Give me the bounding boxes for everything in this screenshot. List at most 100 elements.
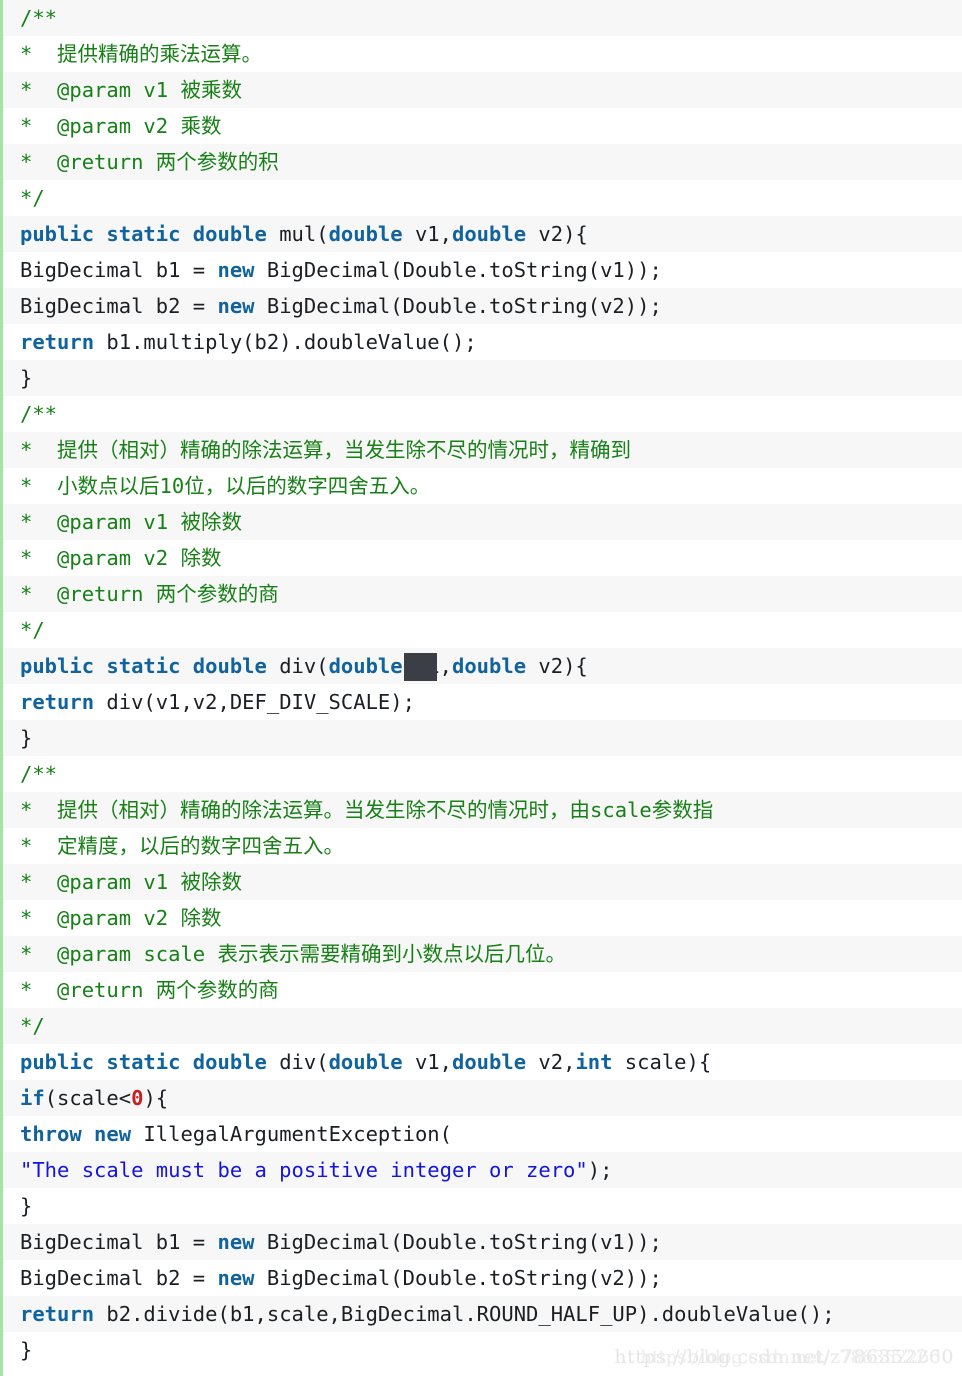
code-line[interactable]: * @param v2 除数	[0, 540, 962, 576]
code-token-str: "The scale must be a positive integer or…	[20, 1158, 588, 1182]
code-token-comment: */	[20, 1014, 45, 1038]
code-token-kw: double	[328, 222, 403, 246]
code-token-kw: public static double	[20, 1050, 280, 1074]
code-line[interactable]: }	[0, 720, 962, 756]
code-line[interactable]: * @return 两个参数的积	[0, 144, 962, 180]
code-token-plain: }	[20, 1338, 33, 1362]
code-token-kw: throw new	[20, 1122, 132, 1146]
code-token-plain: }	[20, 1194, 33, 1218]
code-line[interactable]: BigDecimal b1 = new BigDecimal(Double.to…	[0, 1224, 962, 1260]
code-token-plain: v2){	[526, 222, 588, 246]
code-line[interactable]: /**	[0, 756, 962, 792]
code-token-plain: BigDecimal b2 =	[20, 1266, 218, 1290]
code-token-kw: new	[217, 258, 255, 282]
code-line[interactable]: * @return 两个参数的商	[0, 972, 962, 1008]
code-line[interactable]: public static double div(double v1,doubl…	[0, 1044, 962, 1080]
code-line[interactable]: throw new IllegalArgumentException(	[0, 1116, 962, 1152]
code-token-comment: * @param v1 被乘数	[20, 78, 242, 102]
code-line[interactable]: */	[0, 180, 962, 216]
code-line[interactable]: * @param v2 除数	[0, 900, 962, 936]
watermark-url-back: https://blog.csdn.net/z786352260	[640, 1347, 941, 1368]
code-token-plain: );	[587, 1158, 613, 1182]
code-line[interactable]: /**	[0, 0, 962, 36]
code-token-kw: double	[452, 654, 527, 678]
code-token-plain: (scale<	[44, 1086, 132, 1110]
code-line[interactable]: * @param v1 被除数	[0, 504, 962, 540]
code-token-plain: BigDecimal(Double.toString(v2));	[254, 1266, 662, 1290]
code-line[interactable]: }	[0, 1188, 962, 1224]
code-line[interactable]: if(scale<0){	[0, 1080, 962, 1116]
code-token-comment: * @return 两个参数的商	[20, 582, 279, 606]
code-token-plain: }	[20, 366, 33, 390]
code-token-kw: int	[575, 1050, 613, 1074]
code-token-plain: div(v1,v2,DEF_DIV_SCALE);	[94, 690, 415, 714]
code-snippet-panel: /** * 提供精确的乘法运算。 * @param v1 被乘数 * @param v…	[0, 0, 962, 1376]
code-token-kw: public static double	[20, 222, 280, 246]
code-line[interactable]: /**	[0, 396, 962, 432]
code-token-comment: * 定精度，以后的数字四舍五入。	[20, 834, 345, 858]
code-token-comment: * @param scale 表示表示需要精确到小数点以后几位。	[20, 942, 566, 966]
code-token-comment: /**	[20, 762, 58, 786]
code-line[interactable]: BigDecimal b2 = new BigDecimal(Double.to…	[0, 1260, 962, 1296]
code-line[interactable]: public static double div(double v1,doubl…	[0, 648, 962, 684]
code-token-plain: div(	[279, 1050, 329, 1074]
code-token-plain: BigDecimal b1 =	[20, 258, 218, 282]
code-line[interactable]: * @param v1 被除数	[0, 864, 962, 900]
code-line[interactable]: * 提供（相对）精确的除法运算。当发生除不尽的情况时，由scale参数指	[0, 792, 962, 828]
code-token-plain: IllegalArgumentException(	[131, 1122, 452, 1146]
code-line[interactable]: return b1.multiply(b2).doubleValue();	[0, 324, 962, 360]
code-token-plain: v1,	[402, 1050, 452, 1074]
code-token-comment: * @param v1 被除数	[20, 870, 242, 894]
code-token-comment: * 提供精确的乘法运算。	[20, 42, 263, 66]
code-line[interactable]: * @param scale 表示表示需要精确到小数点以后几位。	[0, 936, 962, 972]
code-line-list[interactable]: /** * 提供精确的乘法运算。 * @param v1 被乘数 * @param v…	[0, 0, 962, 1368]
code-token-plain: b2.divide(b1,scale,BigDecimal.ROUND_HALF…	[94, 1302, 835, 1326]
code-token-comment: */	[20, 186, 45, 210]
code-line[interactable]: */	[0, 1008, 962, 1044]
code-token-comment: * 小数点以后10位，以后的数字四舍五入。	[20, 474, 431, 498]
code-token-comment: /**	[20, 6, 58, 30]
code-line[interactable]: public static double mul(double v1,doubl…	[0, 216, 962, 252]
code-token-comment: * @param v2 乘数	[20, 114, 222, 138]
code-token-plain: BigDecimal b2 =	[20, 294, 218, 318]
code-token-plain: ){	[143, 1086, 169, 1110]
code-token-plain: BigDecimal(Double.toString(v1));	[254, 258, 662, 282]
code-token-kw: double	[328, 1050, 403, 1074]
code-line[interactable]: * 提供精确的乘法运算。	[0, 36, 962, 72]
code-line[interactable]: }	[0, 360, 962, 396]
code-token-comment: */	[20, 618, 45, 642]
text-cursor-block	[404, 653, 437, 681]
code-token-plain: mul(	[279, 222, 329, 246]
code-line[interactable]: BigDecimal b2 = new BigDecimal(Double.to…	[0, 288, 962, 324]
code-token-kw: double	[452, 1050, 527, 1074]
code-line[interactable]: * @return 两个参数的商	[0, 576, 962, 612]
code-token-kw: if	[20, 1086, 45, 1110]
code-token-comment: * @param v1 被除数	[20, 510, 242, 534]
code-token-comment: /**	[20, 402, 58, 426]
code-line[interactable]: */	[0, 612, 962, 648]
code-line[interactable]: "The scale must be a positive integer or…	[0, 1152, 962, 1188]
code-token-plain: b1.multiply(b2).doubleValue();	[94, 330, 477, 354]
code-line[interactable]: BigDecimal b1 = new BigDecimal(Double.to…	[0, 252, 962, 288]
code-token-plain: BigDecimal(Double.toString(v1));	[254, 1230, 662, 1254]
code-line[interactable]: return div(v1,v2,DEF_DIV_SCALE);	[0, 684, 962, 720]
code-line[interactable]: * 定精度，以后的数字四舍五入。	[0, 828, 962, 864]
code-token-comment: * @param v2 除数	[20, 906, 222, 930]
code-token-comment: * @param v2 除数	[20, 546, 222, 570]
code-line[interactable]: * @param v2 乘数	[0, 108, 962, 144]
code-token-plain: v1,	[402, 222, 452, 246]
code-token-plain: }	[20, 726, 33, 750]
code-token-kw: return	[20, 330, 95, 354]
code-token-kw: return	[20, 1302, 95, 1326]
code-line[interactable]: * 小数点以后10位，以后的数字四舍五入。	[0, 468, 962, 504]
code-token-plain: v2){	[526, 654, 588, 678]
code-line[interactable]: * @param v1 被乘数	[0, 72, 962, 108]
code-token-kw: return	[20, 690, 95, 714]
code-token-plain: scale){	[612, 1050, 712, 1074]
code-line[interactable]: * 提供（相对）精确的除法运算，当发生除不尽的情况时，精确到	[0, 432, 962, 468]
code-token-plain: v2,	[526, 1050, 576, 1074]
code-token-comment: * 提供（相对）精确的除法运算，当发生除不尽的情况时，精确到	[20, 438, 632, 462]
code-token-kw: public static double	[20, 654, 280, 678]
code-line[interactable]: return b2.divide(b1,scale,BigDecimal.ROU…	[0, 1296, 962, 1332]
code-token-comment: * @return 两个参数的商	[20, 978, 279, 1002]
